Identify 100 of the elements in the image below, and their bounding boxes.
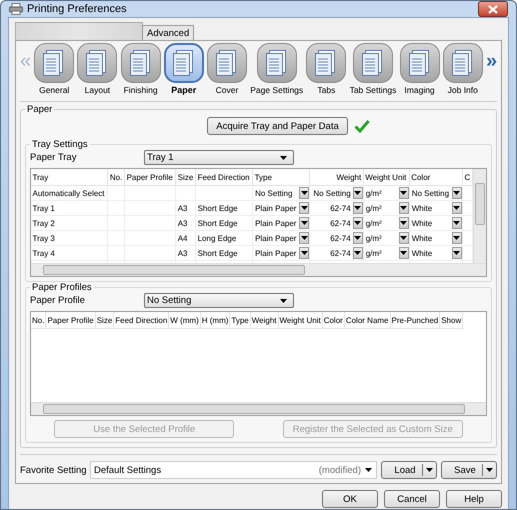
caret-icon bbox=[486, 468, 493, 472]
group-title: Tray Settings bbox=[31, 139, 89, 150]
cell-dropdown[interactable]: Plain Paper bbox=[253, 201, 310, 215]
close-icon bbox=[488, 4, 498, 14]
caret-icon bbox=[300, 206, 308, 210]
blurred-tab[interactable] bbox=[15, 22, 143, 40]
column-header[interactable]: Paper Profile bbox=[124, 169, 176, 186]
cell-dropdown[interactable]: g/m² bbox=[364, 216, 409, 230]
caret-icon bbox=[354, 191, 362, 195]
paper-tray-dropdown[interactable]: Tray 1 bbox=[144, 150, 294, 165]
column-header[interactable]: Feed Direction bbox=[114, 312, 169, 328]
caret-icon bbox=[354, 206, 362, 210]
scroll-right-button[interactable]: » bbox=[486, 41, 497, 71]
cell-dropdown[interactable]: White bbox=[410, 246, 462, 260]
caret-icon bbox=[300, 236, 308, 240]
cell-dropdown[interactable]: Plain Paper bbox=[253, 231, 310, 245]
column-header[interactable]: No. bbox=[108, 169, 125, 186]
column-header[interactable]: Paper Profile bbox=[46, 312, 96, 328]
column-header[interactable]: Weight Unit bbox=[278, 312, 322, 328]
favorite-setting-dropdown[interactable]: Default Settings (modified) bbox=[90, 461, 377, 479]
field-label: Paper Tray bbox=[30, 152, 78, 163]
column-header[interactable]: Tray bbox=[31, 169, 108, 186]
table-cell: Long Edge bbox=[196, 230, 253, 246]
caret-icon bbox=[354, 221, 362, 225]
group-title: Paper Profiles bbox=[31, 282, 93, 293]
caret-icon bbox=[300, 221, 308, 225]
dialog-button[interactable]: Cancel bbox=[384, 490, 440, 508]
caret-icon bbox=[280, 156, 287, 160]
column-header[interactable]: Type bbox=[252, 169, 310, 186]
table-cell: A3 bbox=[176, 246, 196, 260]
caret-icon bbox=[453, 236, 460, 240]
caret-icon bbox=[400, 251, 408, 255]
column-header[interactable]: W (mm) bbox=[168, 312, 200, 328]
cell-dropdown[interactable]: g/m² bbox=[364, 201, 409, 215]
cell-dropdown[interactable]: Plain Paper bbox=[253, 216, 310, 230]
caret-icon bbox=[453, 191, 460, 195]
caret-icon bbox=[300, 251, 308, 255]
column-header[interactable]: Size bbox=[176, 169, 196, 186]
table-cell: Short Edge bbox=[196, 216, 253, 230]
paper-profile-dropdown[interactable]: No Setting bbox=[144, 293, 294, 308]
cell-dropdown[interactable]: No Setting bbox=[310, 186, 363, 200]
caret-icon bbox=[400, 221, 408, 225]
column-header[interactable]: Color bbox=[409, 169, 462, 186]
caret-icon bbox=[400, 191, 408, 195]
tab[interactable]: Advanced bbox=[142, 25, 194, 40]
cell-dropdown[interactable]: White bbox=[410, 231, 462, 245]
cell-dropdown[interactable]: No Setting bbox=[253, 186, 310, 200]
caret-icon bbox=[400, 236, 408, 240]
dialog-button[interactable]: OK bbox=[322, 490, 378, 508]
cell-dropdown[interactable]: 62-74 bbox=[310, 201, 363, 215]
save-button[interactable]: Save bbox=[441, 461, 497, 479]
table-cell: Automatically Select bbox=[31, 186, 108, 200]
field-label: Favorite Setting bbox=[20, 464, 86, 476]
window-title: Printing Preferences bbox=[27, 3, 127, 15]
caret-icon bbox=[400, 206, 408, 210]
cell-dropdown[interactable]: g/m² bbox=[364, 186, 409, 200]
caret-icon bbox=[354, 251, 362, 255]
horizontal-scrollbar[interactable] bbox=[31, 402, 486, 415]
column-header[interactable]: Size bbox=[95, 312, 114, 328]
table-cell: Tray 4 bbox=[31, 246, 108, 260]
column-header[interactable]: Weight Unit bbox=[363, 169, 410, 186]
cell-dropdown[interactable]: 62-74 bbox=[310, 231, 363, 245]
field-label: Paper Profile bbox=[30, 295, 86, 306]
caret-icon bbox=[453, 251, 460, 255]
table-cell: A3 bbox=[176, 216, 196, 230]
load-button[interactable]: Load bbox=[381, 461, 437, 479]
cell-dropdown[interactable]: g/m² bbox=[364, 231, 409, 245]
dialog-button[interactable]: Help bbox=[446, 490, 502, 508]
vertical-scrollbar[interactable] bbox=[473, 169, 486, 263]
acquire-button[interactable]: Acquire Tray and Paper Data bbox=[207, 117, 348, 135]
caret-icon bbox=[280, 298, 287, 302]
cell-dropdown[interactable]: Plain Paper bbox=[253, 246, 310, 260]
caret-icon bbox=[300, 191, 308, 195]
table-cell: Tray 1 bbox=[31, 200, 108, 216]
column-header[interactable]: Show bbox=[440, 312, 463, 328]
cell-dropdown[interactable]: White bbox=[410, 216, 462, 230]
cell-dropdown[interactable]: 62-74 bbox=[310, 246, 363, 260]
column-header[interactable]: No. bbox=[31, 312, 46, 328]
table-cell: Short Edge bbox=[196, 200, 253, 216]
column-header[interactable]: Weight bbox=[310, 169, 364, 186]
table-cell: A4 bbox=[176, 230, 196, 246]
cell-dropdown[interactable]: 62-74 bbox=[310, 216, 363, 230]
column-header[interactable]: Feed Direction bbox=[196, 169, 253, 186]
table-cell: Tray 3 bbox=[31, 230, 108, 246]
column-header[interactable]: H (mm) bbox=[200, 312, 230, 328]
close-button[interactable] bbox=[478, 1, 508, 17]
column-header[interactable]: Type bbox=[230, 312, 250, 328]
caret-icon bbox=[453, 206, 460, 210]
cell-dropdown[interactable]: White bbox=[410, 201, 462, 215]
column-header[interactable]: Weight bbox=[250, 312, 278, 328]
cell-dropdown[interactable]: g/m² bbox=[364, 246, 409, 260]
column-header[interactable]: Color Name bbox=[344, 312, 390, 328]
printer-icon bbox=[9, 3, 23, 15]
horizontal-scrollbar[interactable] bbox=[31, 263, 486, 276]
column-header[interactable]: Pre-Punched bbox=[390, 312, 440, 328]
caret-icon bbox=[365, 468, 372, 472]
table-cell: Tray 2 bbox=[31, 216, 108, 230]
column-header[interactable]: Color bbox=[322, 312, 344, 328]
caret-icon bbox=[426, 468, 433, 472]
cell-dropdown[interactable]: No Setting bbox=[410, 186, 462, 200]
